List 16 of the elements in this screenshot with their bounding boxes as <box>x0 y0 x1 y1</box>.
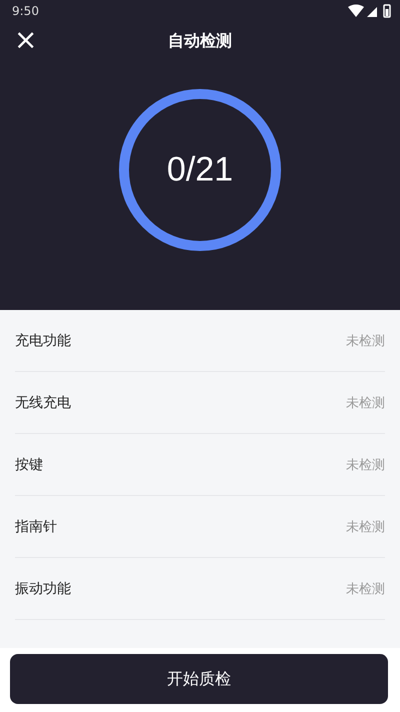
close-button[interactable]: × <box>12 26 40 54</box>
item-name: 指南针 <box>15 518 57 536</box>
status-time: 9:50 <box>12 4 39 18</box>
item-name: 充电功能 <box>15 332 71 350</box>
page-title: 自动检测 <box>168 30 232 52</box>
item-status: 未检测 <box>346 580 385 598</box>
start-button[interactable]: 开始质检 <box>10 654 388 704</box>
item-status: 未检测 <box>346 394 385 412</box>
progress-count: 0/21 <box>166 150 234 190</box>
item-name: 按键 <box>15 456 43 474</box>
item-status: 未检测 <box>346 456 385 474</box>
status-icons <box>348 4 392 18</box>
item-name: 无线充电 <box>15 394 71 412</box>
item-status: 未检测 <box>346 332 385 350</box>
item-name: 振动功能 <box>15 580 71 598</box>
item-status: 未检测 <box>346 518 385 536</box>
